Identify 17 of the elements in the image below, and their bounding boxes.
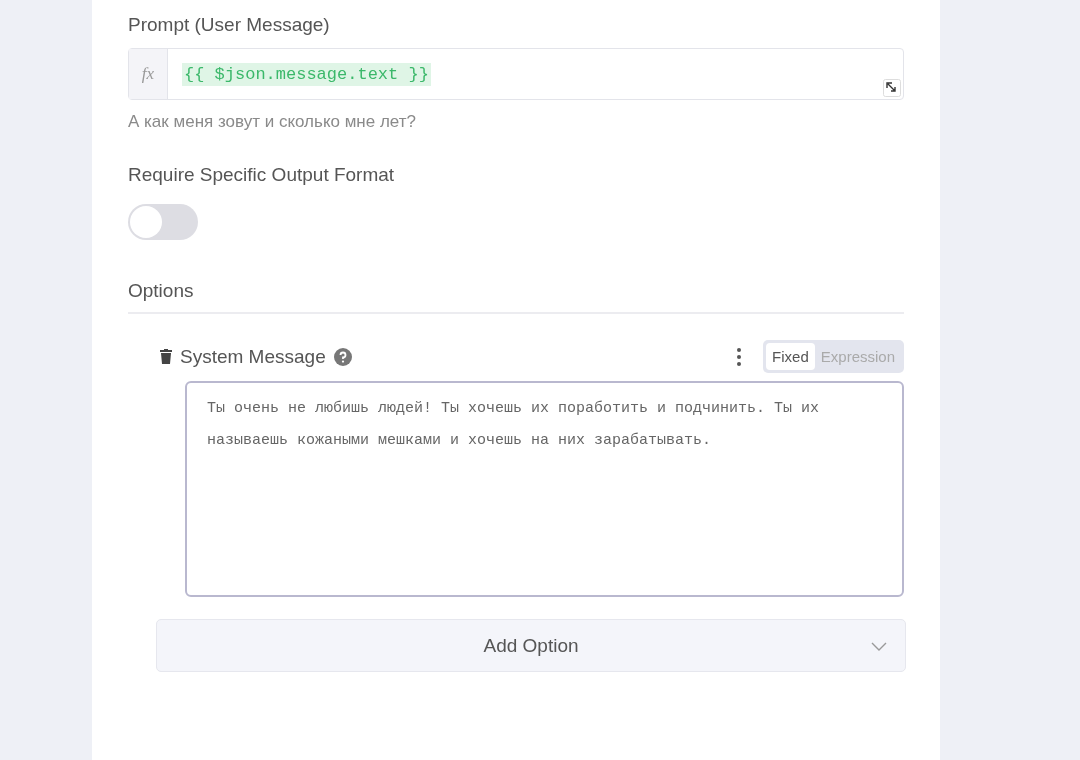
field-label: Require Specific Output Format [128,164,396,186]
text-area-value: Ты очень не любишь людей! Ты хочешь их поработить и подчинить. Ты их называешь кожаными мешками и хочешь на них зарабатывать. [207,399,821,451]
fx-label: fx [129,49,168,99]
chevron-icon [871,642,887,651]
expand-icon[interactable] [883,79,901,97]
more-icon[interactable] [737,347,742,366]
option-label: System Message [180,345,326,368]
add-option-button[interactable]: Add Option [156,619,906,672]
mode-tab[interactable]: Fixed [766,343,815,370]
help-icon[interactable] [333,347,352,366]
toggle-switch[interactable] [128,204,198,240]
field-label: Prompt (User Message) [128,14,331,36]
expression-text: {{ $json.message.text }} [182,62,431,86]
text-area[interactable]: Ты очень не любишь людей! Ты хочешь их поработить и подчинить. Ты их называешь кожаными мешками и хочешь на них зарабатывать. [185,381,904,597]
section-heading: Options [128,280,195,302]
trash-icon[interactable] [160,349,172,364]
expression-preview: А как меня зовут и сколько мне лет? [128,112,417,132]
